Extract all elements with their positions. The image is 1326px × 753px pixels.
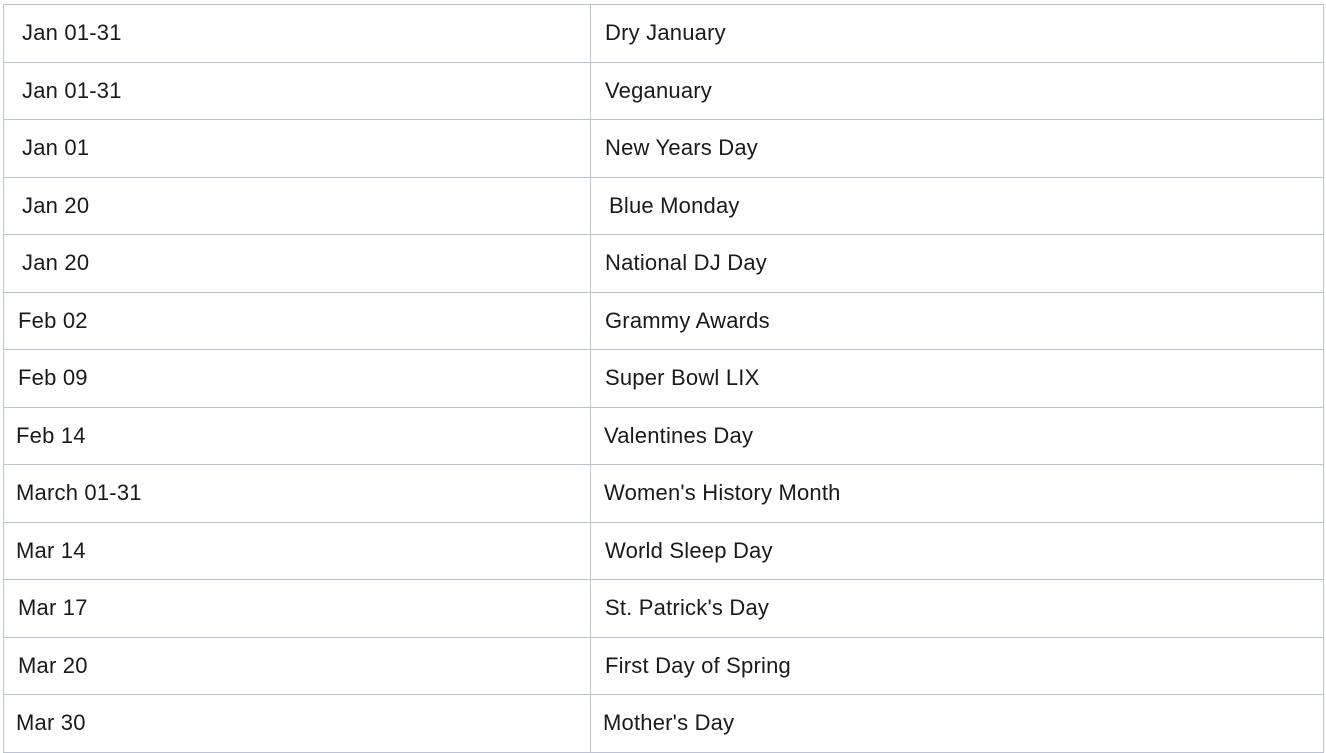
event-name: New Years Day <box>590 119 1324 178</box>
event-name: St. Patrick's Day <box>590 579 1324 638</box>
event-date: March 01-31 <box>3 464 591 523</box>
event-date: Mar 17 <box>3 579 591 638</box>
event-name: Women's History Month <box>590 464 1324 523</box>
event-date: Jan 20 <box>3 234 591 293</box>
event-date: Mar 20 <box>3 636 591 695</box>
event-date: Jan 01-31 <box>3 61 591 120</box>
event-date: Jan 01 <box>3 119 591 178</box>
table-row: Jan 01-31 Dry January <box>3 4 1324 63</box>
event-date: Feb 14 <box>3 406 591 465</box>
table-row: Feb 14 Valentines Day <box>3 406 1324 465</box>
table-row: March 01-31 Women's History Month <box>3 464 1324 523</box>
event-name: Dry January <box>590 4 1324 63</box>
table-row: Feb 02 Grammy Awards <box>3 291 1324 350</box>
event-name: First Day of Spring <box>590 636 1324 695</box>
table-row: Jan 01-31 Veganuary <box>3 61 1324 120</box>
event-date: Jan 20 <box>3 176 591 235</box>
event-date: Mar 30 <box>3 694 591 753</box>
event-date: Mar 14 <box>3 521 591 580</box>
table-row: Jan 20 Blue Monday <box>3 176 1324 235</box>
event-name: Mother's Day <box>590 694 1324 753</box>
table-row: Jan 20 National DJ Day <box>3 234 1324 293</box>
event-name: Blue Monday <box>590 176 1324 235</box>
table-row: Mar 17 St. Patrick's Day <box>3 579 1324 638</box>
event-date: Feb 02 <box>3 291 591 350</box>
event-date: Jan 01-31 <box>3 4 591 63</box>
table-row: Mar 20 First Day of Spring <box>3 636 1324 695</box>
event-name: World Sleep Day <box>590 521 1324 580</box>
table-row: Mar 30 Mother's Day <box>3 694 1324 753</box>
event-name: Super Bowl LIX <box>590 349 1324 408</box>
events-table: Jan 01-31 Dry January Jan 01-31 Veganuar… <box>3 4 1324 753</box>
table-row: Jan 01 New Years Day <box>3 119 1324 178</box>
event-name: National DJ Day <box>590 234 1324 293</box>
event-name: Veganuary <box>590 61 1324 120</box>
table-row: Mar 14 World Sleep Day <box>3 521 1324 580</box>
event-date: Feb 09 <box>3 349 591 408</box>
event-name: Valentines Day <box>590 406 1324 465</box>
event-name: Grammy Awards <box>590 291 1324 350</box>
table-row: Feb 09 Super Bowl LIX <box>3 349 1324 408</box>
